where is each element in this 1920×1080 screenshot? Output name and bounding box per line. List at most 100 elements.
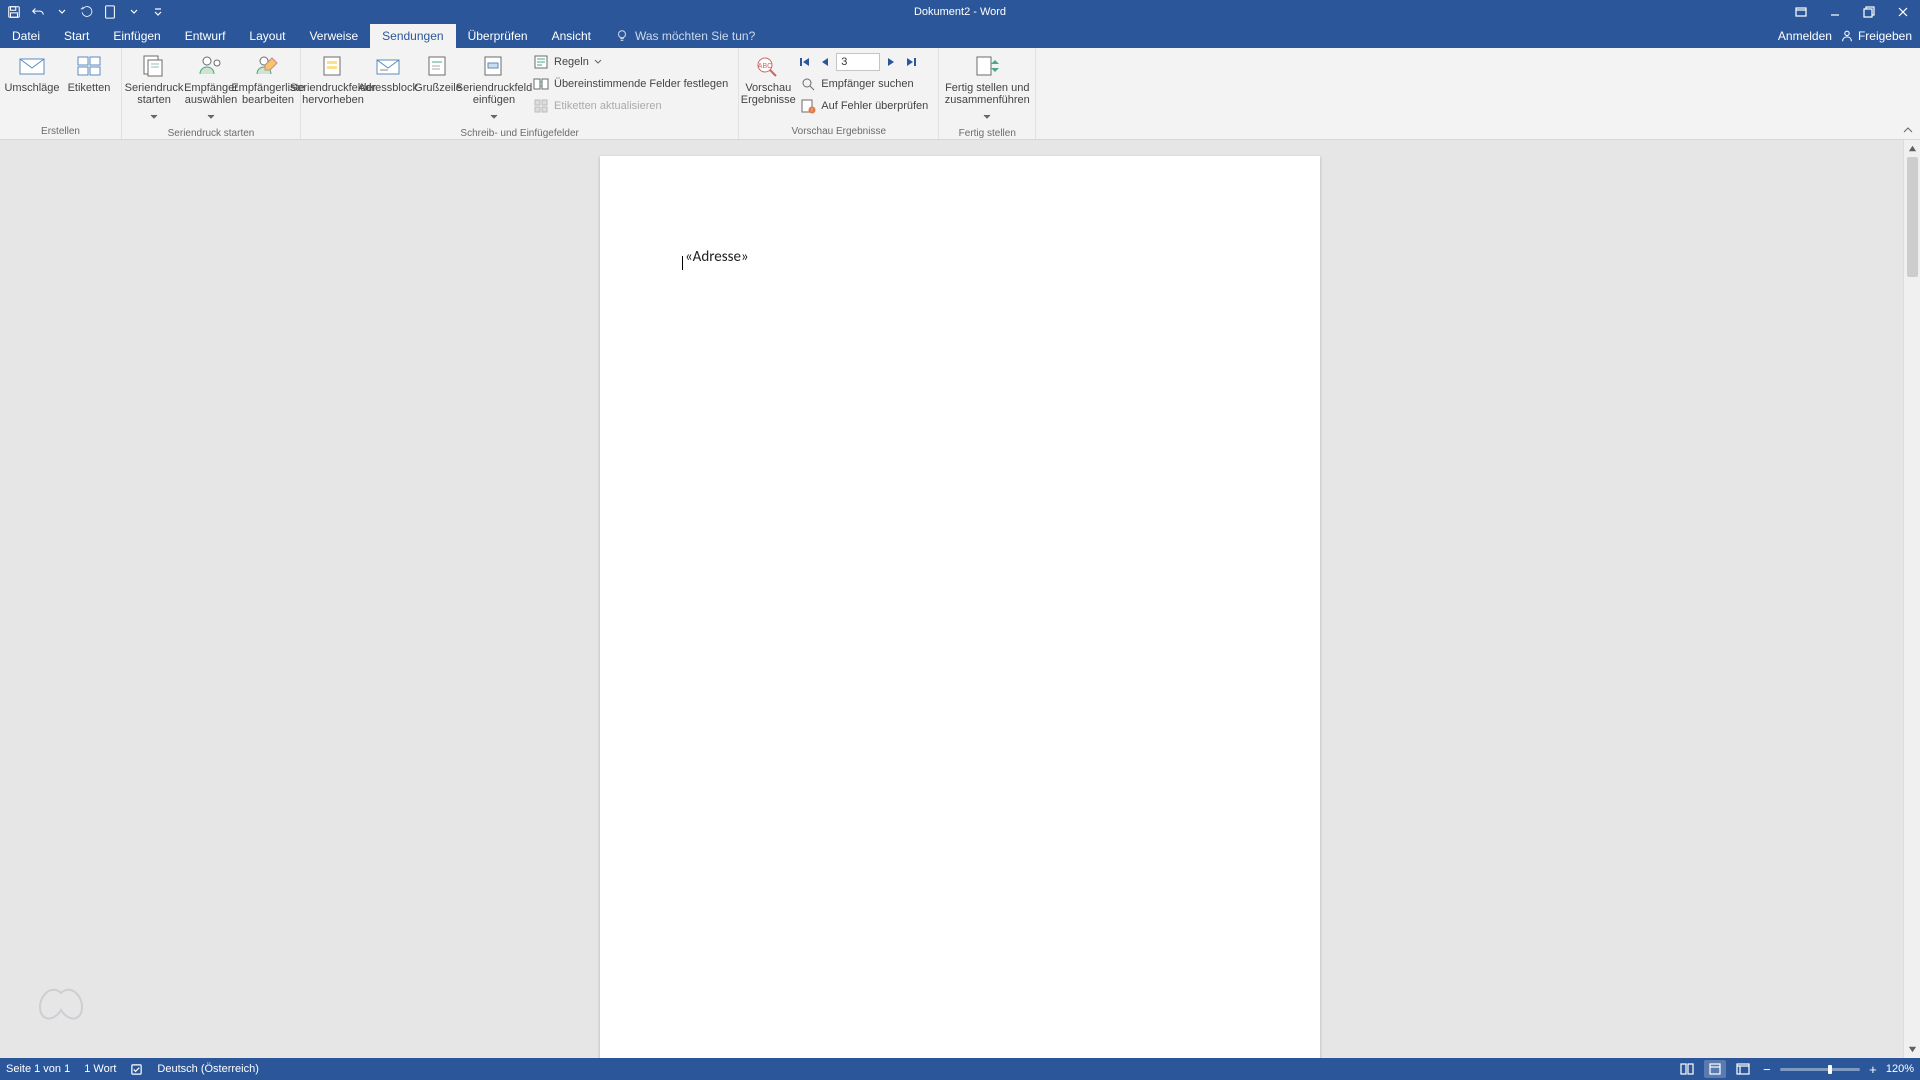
group-vorschau-label: Vorschau Ergebnisse [743, 125, 934, 139]
tell-me-search[interactable]: Was möchten Sie tun? [615, 24, 755, 48]
tab-ansicht[interactable]: Ansicht [540, 24, 603, 48]
share-button[interactable]: Freigeben [1840, 29, 1912, 43]
grusszeile-button[interactable]: Grußzeile [415, 50, 461, 96]
save-button[interactable] [4, 2, 24, 22]
etiketten-button[interactable]: Etiketten [61, 50, 117, 96]
zoom-level[interactable]: 120% [1886, 1063, 1914, 1075]
record-number-input[interactable] [836, 53, 880, 71]
regeln-button[interactable]: Regeln [529, 51, 732, 73]
vorschau-ergebnisse-label: Vorschau Ergebnisse [741, 82, 796, 106]
read-mode-button[interactable] [1676, 1060, 1698, 1078]
language-indicator[interactable]: Deutsch (Österreich) [157, 1063, 258, 1075]
statusbar: Seite 1 von 1 1 Wort Deutsch (Österreich… [0, 1058, 1920, 1080]
felder-festlegen-label: Übereinstimmende Felder festlegen [554, 78, 728, 90]
share-label: Freigeben [1858, 29, 1912, 43]
vertical-scrollbar[interactable] [1903, 140, 1920, 1058]
check-errors-icon: ! [800, 98, 816, 114]
update-labels-icon [533, 98, 549, 114]
share-icon [1840, 29, 1854, 43]
group-fertig-stellen: Fertig stellen und zusammenführen Fertig… [939, 48, 1036, 139]
ribbon-display-options-button[interactable] [1784, 0, 1818, 24]
tab-entwurf[interactable]: Entwurf [173, 24, 238, 48]
zoom-out-button[interactable]: − [1760, 1062, 1774, 1076]
previous-record-button[interactable] [816, 53, 834, 71]
group-schreib-einfuegefelder: Seriendruckfelder hervorheben Adressbloc… [301, 48, 739, 139]
fehler-pruefen-button[interactable]: ! Auf Fehler überprüfen [796, 95, 932, 117]
print-layout-button[interactable] [1704, 1060, 1726, 1078]
seriendruckfelder-hervorheben-button[interactable]: Seriendruckfelder hervorheben [305, 50, 361, 108]
merge-field-adresse[interactable]: «Adresse» [685, 248, 749, 266]
titlebar: Dokument2 - Word [0, 0, 1920, 24]
collapse-ribbon-button[interactable] [1900, 123, 1916, 137]
group-erstellen: Umschläge Etiketten Erstellen [0, 48, 122, 139]
web-layout-button[interactable] [1732, 1060, 1754, 1078]
fehler-pruefen-label: Auf Fehler überprüfen [821, 100, 928, 112]
chevron-down-icon [490, 107, 498, 125]
undo-dropdown[interactable] [52, 2, 72, 22]
undo-button[interactable] [28, 2, 48, 22]
page-indicator[interactable]: Seite 1 von 1 [6, 1063, 70, 1075]
umschlaege-button[interactable]: Umschläge [4, 50, 60, 96]
document-workspace: «Adresse» [0, 140, 1920, 1058]
tab-ueberpruefen[interactable]: Überprüfen [456, 24, 540, 48]
redo-button[interactable] [76, 2, 96, 22]
recipients-edit-icon [254, 54, 282, 78]
tab-layout[interactable]: Layout [237, 24, 297, 48]
fertig-stellen-button[interactable]: Fertig stellen und zusammenführen [943, 50, 1031, 127]
group-vorschau-ergebnisse: ABC Vorschau Ergebnisse Empfänger suchen… [739, 48, 939, 139]
felder-festlegen-button[interactable]: Übereinstimmende Felder festlegen [529, 73, 732, 95]
word-count[interactable]: 1 Wort [84, 1063, 116, 1075]
scroll-down-button[interactable] [1904, 1041, 1920, 1058]
group-seriendruck-starten: Seriendruck starten Empfänger auswählen … [122, 48, 301, 139]
find-recipient-icon [800, 76, 816, 92]
tab-verweise[interactable]: Verweise [297, 24, 370, 48]
fertig-stellen-label: Fertig stellen und zusammenführen [945, 82, 1030, 106]
seriendruckfeld-einfuegen-button[interactable]: Seriendruckfeld einfügen [462, 50, 526, 127]
proofing-icon [130, 1063, 143, 1076]
zoom-slider-thumb[interactable] [1828, 1065, 1832, 1074]
tell-me-placeholder: Was möchten Sie tun? [635, 29, 755, 43]
sign-in-link[interactable]: Anmelden [1778, 29, 1832, 43]
tab-start[interactable]: Start [52, 24, 101, 48]
minimize-button[interactable] [1818, 0, 1852, 24]
tab-einfuegen[interactable]: Einfügen [101, 24, 172, 48]
preview-results-icon: ABC [754, 54, 782, 78]
next-record-button[interactable] [882, 53, 900, 71]
seriendruckfeld-einfuegen-label: Seriendruckfeld einfügen [456, 82, 532, 106]
envelope-icon [18, 54, 46, 78]
close-button[interactable] [1886, 0, 1920, 24]
zoom-in-button[interactable]: + [1866, 1062, 1880, 1076]
adressblock-button[interactable]: Adressblock [362, 50, 414, 96]
vorschau-ergebnisse-button[interactable]: ABC Vorschau Ergebnisse [743, 50, 793, 108]
chevron-down-icon [150, 107, 158, 125]
empfaenger-suchen-label: Empfänger suchen [821, 78, 913, 90]
empfaengerliste-bearbeiten-button[interactable]: Empfängerliste bearbeiten [240, 50, 296, 108]
window-buttons [1784, 0, 1920, 24]
proofing-button[interactable] [130, 1063, 143, 1076]
text-cursor [682, 256, 683, 270]
touch-mode-button[interactable] [100, 2, 120, 22]
first-record-button[interactable] [796, 53, 814, 71]
match-fields-icon [533, 76, 549, 92]
tab-sendungen[interactable]: Sendungen [370, 24, 455, 48]
etiketten-label: Etiketten [68, 82, 111, 94]
tab-datei[interactable]: Datei [0, 24, 52, 48]
restore-button[interactable] [1852, 0, 1886, 24]
record-navigation [796, 51, 932, 73]
ribbon-tabstrip: Datei Start Einfügen Entwurf Layout Verw… [0, 24, 1920, 48]
label-icon [75, 54, 103, 78]
empfaenger-suchen-button[interactable]: Empfänger suchen [796, 73, 932, 95]
grusszeile-label: Grußzeile [414, 82, 462, 94]
qat-customize-button[interactable] [148, 2, 168, 22]
touch-mode-dropdown[interactable] [124, 2, 144, 22]
address-block-icon [374, 54, 402, 78]
umschlaege-label: Umschläge [4, 82, 59, 94]
document-page[interactable]: «Adresse» [600, 156, 1320, 1058]
zoom-slider[interactable] [1780, 1068, 1860, 1071]
seriendruck-starten-button[interactable]: Seriendruck starten [126, 50, 182, 127]
svg-text:ABC: ABC [758, 63, 772, 70]
quick-access-toolbar [0, 0, 172, 24]
last-record-button[interactable] [902, 53, 920, 71]
scroll-thumb[interactable] [1907, 157, 1918, 277]
scroll-up-button[interactable] [1904, 140, 1920, 157]
